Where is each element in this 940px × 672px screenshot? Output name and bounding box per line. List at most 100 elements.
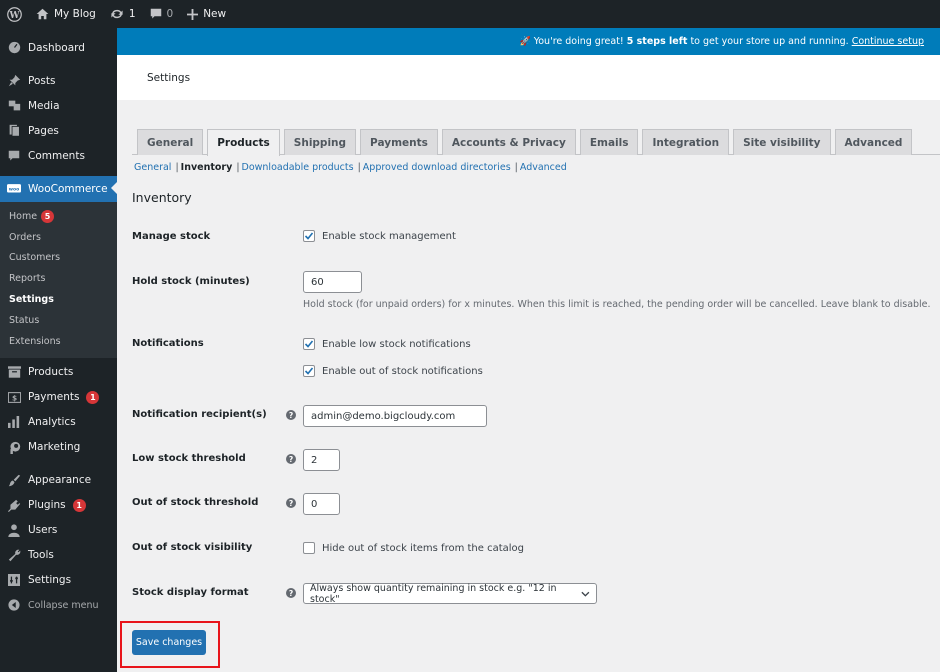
sidebar-item-label: Dashboard bbox=[28, 41, 85, 54]
notice-suffix: to get your store up and running. bbox=[690, 36, 849, 47]
sidebar-item-label: Comments bbox=[28, 149, 85, 162]
manage-stock-label: Manage stock bbox=[132, 231, 211, 242]
continue-setup-link[interactable]: Continue setup bbox=[852, 36, 924, 47]
dashboard-icon bbox=[7, 41, 21, 55]
hide-out-of-stock-row: Hide out of stock items from the catalog bbox=[303, 542, 524, 554]
out-of-stock-notification-checkbox[interactable] bbox=[303, 365, 315, 377]
submenu-item-orders[interactable]: Orders bbox=[0, 227, 117, 248]
updates-icon bbox=[111, 9, 123, 19]
sidebar-item-plugins[interactable]: Plugins 1 bbox=[0, 493, 117, 518]
sidebar-item-posts[interactable]: Posts bbox=[0, 68, 117, 93]
tab-products[interactable]: Products bbox=[207, 129, 280, 156]
submenu-item-customers[interactable]: Customers bbox=[0, 248, 117, 269]
sidebar-item-media[interactable]: Media bbox=[0, 93, 117, 118]
low-stock-threshold-label: Low stock threshold bbox=[132, 453, 246, 464]
sidebar-item-appearance[interactable]: Appearance bbox=[0, 468, 117, 493]
help-tip-icon[interactable]: ? bbox=[286, 498, 296, 508]
subsection-advanced-link[interactable]: Advanced bbox=[520, 162, 567, 173]
sidebar-item-tools[interactable]: Tools bbox=[0, 543, 117, 568]
subsection-general-link[interactable]: General bbox=[134, 162, 171, 173]
hide-out-of-stock-label: Hide out of stock items from the catalog bbox=[322, 542, 525, 554]
sidebar-item-comments[interactable]: Comments bbox=[0, 143, 117, 168]
low-stock-notification-checkbox[interactable] bbox=[303, 338, 315, 350]
highlight-annotation-box bbox=[120, 621, 220, 668]
help-tip-icon[interactable]: ? bbox=[286, 588, 296, 598]
tab-site-visibility[interactable]: Site visibility bbox=[733, 129, 831, 155]
sidebar-item-products[interactable]: Products bbox=[0, 360, 117, 385]
woocommerce-submenu: Home 5 Orders Customers Reports Settings … bbox=[0, 202, 117, 358]
sidebar-item-payments[interactable]: $ Payments 1 bbox=[0, 385, 117, 410]
updates-count: 1 bbox=[128, 8, 136, 20]
submenu-item-settings[interactable]: Settings bbox=[0, 289, 117, 310]
submenu-item-home[interactable]: Home 5 bbox=[0, 206, 117, 227]
tab-accounts-privacy[interactable]: Accounts & Privacy bbox=[441, 129, 576, 155]
separator: | bbox=[514, 162, 518, 173]
sidebar-item-pages[interactable]: Pages bbox=[0, 118, 117, 143]
help-tip-icon[interactable]: ? bbox=[286, 410, 296, 420]
out-of-stock-threshold-label: Out of stock threshold bbox=[132, 497, 259, 508]
manage-stock-checkbox[interactable] bbox=[303, 230, 315, 242]
settings-tabs: General Products Shipping Payments Accou… bbox=[132, 129, 940, 156]
updates-link[interactable]: 1 bbox=[103, 0, 143, 28]
wordpress-logo-button[interactable]: W bbox=[0, 0, 29, 28]
stock-display-format-label: Stock display format bbox=[132, 587, 249, 598]
stock-display-format-select[interactable]: Always show quantity remaining in stock … bbox=[303, 582, 597, 605]
notification-recipient-input[interactable]: admin@demo.bigcloudy.com bbox=[303, 405, 487, 427]
submenu-item-extensions[interactable]: Extensions bbox=[0, 331, 117, 352]
sidebar-item-dashboard[interactable]: Dashboard bbox=[0, 35, 117, 60]
select-value: Always show quantity remaining in stock … bbox=[310, 582, 557, 605]
tab-advanced[interactable]: Advanced bbox=[834, 129, 913, 155]
subsection-downloadable-link[interactable]: Downloadable products bbox=[242, 162, 354, 173]
comment-icon bbox=[150, 8, 161, 19]
sidebar-item-label: Appearance bbox=[28, 474, 92, 487]
hold-stock-description: Hold stock (for unpaid orders) for x min… bbox=[303, 299, 931, 310]
notification-badge: 1 bbox=[72, 498, 86, 512]
tab-shipping[interactable]: Shipping bbox=[283, 129, 357, 155]
help-tip-icon[interactable]: ? bbox=[286, 454, 296, 464]
comments-link[interactable]: 0 bbox=[143, 0, 181, 28]
submenu-item-status[interactable]: Status bbox=[0, 310, 117, 331]
low-stock-threshold-input[interactable]: 2 bbox=[303, 449, 340, 471]
sidebar-item-users[interactable]: Users bbox=[0, 518, 117, 543]
submenu-label: Customers bbox=[9, 252, 61, 264]
sliders-icon bbox=[7, 573, 21, 587]
hide-out-of-stock-checkbox[interactable] bbox=[303, 542, 315, 554]
notification-recipient-label: Notification recipient(s) bbox=[132, 409, 267, 420]
user-icon bbox=[7, 523, 21, 537]
collapse-menu-button[interactable]: Collapse menu bbox=[0, 593, 117, 618]
new-label: New bbox=[203, 8, 227, 20]
site-name-link[interactable]: My Blog bbox=[29, 0, 103, 28]
tab-integration[interactable]: Integration bbox=[642, 129, 730, 155]
collapse-icon bbox=[7, 598, 21, 612]
sidebar-item-label: Media bbox=[28, 99, 60, 112]
notifications-label: Notifications bbox=[132, 338, 204, 349]
notification-badge: 5 bbox=[41, 209, 55, 223]
svg-text:$: $ bbox=[11, 393, 16, 402]
subsection-links: General | Inventory | Downloadable produ… bbox=[134, 162, 567, 173]
separator: | bbox=[357, 162, 361, 173]
notice-steps-left: 5 steps left bbox=[626, 36, 688, 47]
out-of-stock-notification-label: Enable out of stock notifications bbox=[322, 365, 483, 377]
sidebar-item-marketing[interactable]: Marketing bbox=[0, 435, 117, 460]
out-of-stock-threshold-input[interactable]: 0 bbox=[303, 493, 340, 515]
submenu-label: Orders bbox=[9, 231, 41, 243]
megaphone-icon bbox=[7, 440, 21, 454]
separator: | bbox=[175, 162, 179, 173]
hold-stock-input[interactable]: 60 bbox=[303, 271, 362, 293]
page-header: Settings bbox=[117, 55, 940, 100]
sidebar-item-woocommerce[interactable]: woo WooCommerce bbox=[0, 176, 117, 202]
subsection-approved-directories-link[interactable]: Approved download directories bbox=[363, 162, 511, 173]
sidebar-item-analytics[interactable]: Analytics bbox=[0, 410, 117, 435]
submenu-label: Home bbox=[9, 210, 38, 222]
tab-emails[interactable]: Emails bbox=[579, 129, 639, 155]
sidebar-item-settings[interactable]: Settings bbox=[0, 568, 117, 593]
notification-badge: 1 bbox=[86, 390, 100, 404]
new-content-link[interactable]: New bbox=[180, 0, 233, 28]
tab-general[interactable]: General bbox=[137, 129, 204, 155]
tab-payments[interactable]: Payments bbox=[360, 129, 438, 155]
sidebar-item-label: Pages bbox=[28, 124, 59, 137]
admin-sidebar: Dashboard Posts Media Pages Comments woo… bbox=[0, 28, 117, 672]
wordpress-icon: W bbox=[7, 6, 22, 22]
submenu-item-reports[interactable]: Reports bbox=[0, 268, 117, 289]
plus-icon bbox=[187, 8, 199, 20]
